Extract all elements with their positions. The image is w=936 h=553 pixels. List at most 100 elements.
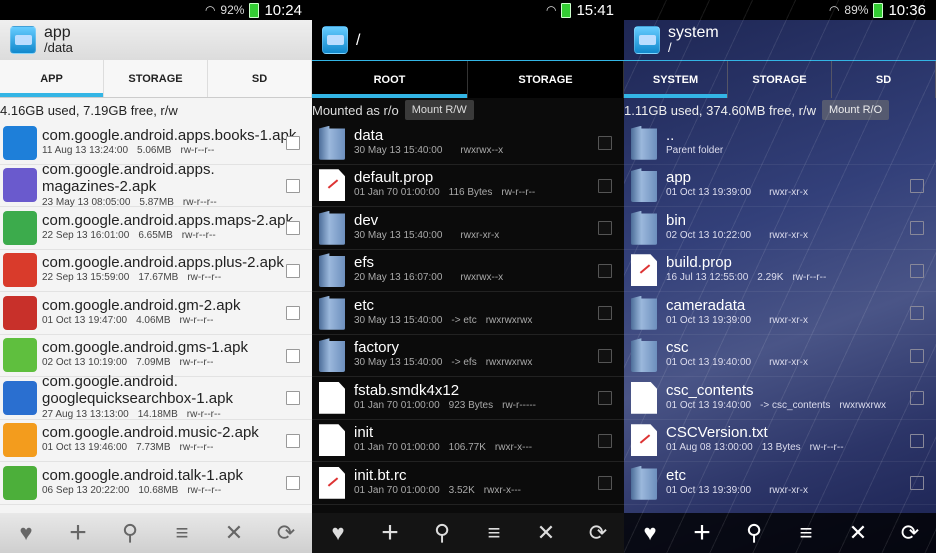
tab-system[interactable]: SYSTEM <box>624 61 728 98</box>
select-checkbox[interactable] <box>286 263 300 278</box>
refresh-icon[interactable]: ⟳ <box>895 518 925 548</box>
select-checkbox[interactable] <box>910 263 924 278</box>
list-item[interactable]: com.google.android.gms-1.apk 02 Oct 13 10… <box>0 335 312 377</box>
select-checkbox[interactable] <box>598 306 612 320</box>
list-item[interactable]: fstab.smdk4x12 01 Jan 70 01:00:00 923 Byte… <box>312 377 624 420</box>
app-logo-icon[interactable] <box>634 26 660 54</box>
refresh-icon[interactable]: ⟳ <box>583 518 613 548</box>
select-checkbox[interactable] <box>598 391 612 405</box>
select-checkbox[interactable] <box>286 306 300 320</box>
select-checkbox[interactable] <box>286 348 300 363</box>
mount-rw-button[interactable]: Mount R/W <box>404 100 474 120</box>
plus-icon[interactable]: + <box>687 516 717 549</box>
select-checkbox[interactable] <box>598 263 612 278</box>
list-item[interactable]: com.google.android.apps.plus-2.apk 22 Sep… <box>0 250 312 292</box>
list-item[interactable]: cameradata 01 Oct 13 19:39:00 rwxr-xr-x <box>624 292 936 335</box>
close-icon[interactable]: ✕ <box>219 518 249 548</box>
heart-icon[interactable]: ♥ <box>11 518 41 548</box>
list-item[interactable]: com.google.android. googlequicksearchbox… <box>0 373 312 420</box>
list-item[interactable]: factory 30 May 13 15:40:00 -> efs rwxrwxrwx <box>312 335 624 377</box>
list-item-text: com.google.android.gm-2.apk 01 Oct 13 19:… <box>40 298 312 328</box>
plus-icon[interactable]: + <box>63 516 93 549</box>
search-icon[interactable]: ⚲ <box>739 518 769 548</box>
list-item[interactable]: etc 01 Oct 13 19:39:00 rwxr-xr-x <box>624 462 936 505</box>
file-perm: rw-r--r-- <box>187 272 222 284</box>
file-name: com.google.android.apps.plus-2.apk <box>42 255 284 272</box>
list-item[interactable]: csc 01 Oct 13 19:40:00 rwxr-xr-x <box>624 335 936 377</box>
select-checkbox[interactable] <box>910 221 924 235</box>
file-date: 01 Jan 70 01:00:00 <box>354 484 440 496</box>
file-name: init.bt.rc <box>354 467 407 484</box>
plus-icon[interactable]: + <box>375 516 405 549</box>
file-list: .. Parent folder app 01 Oct 13 19:39:00 rwxr… <box>624 122 936 513</box>
file-name: com.google.android. googlequicksearchbox… <box>42 373 233 408</box>
select-checkbox[interactable] <box>910 391 924 405</box>
tab-storage[interactable]: STORAGE <box>104 60 208 97</box>
folder-icon <box>624 123 664 163</box>
list-item[interactable]: com.google.android.apps.books-1.apk 11 Au… <box>0 122 312 165</box>
sort-icon[interactable]: ≡ <box>479 518 509 548</box>
select-checkbox[interactable] <box>286 476 300 490</box>
list-item[interactable]: .. Parent folder <box>624 122 936 165</box>
select-checkbox[interactable] <box>286 433 300 448</box>
list-item[interactable]: default.prop 01 Jan 70 01:00:00 116 Bytes r… <box>312 165 624 207</box>
tab-root[interactable]: ROOT <box>312 61 468 98</box>
tab-app[interactable]: APP <box>0 60 104 97</box>
list-item[interactable]: com.google.android.apps. magazines-2.apk… <box>0 161 312 208</box>
tab-storage[interactable]: STORAGE <box>468 61 624 98</box>
file-date: 01 Oct 13 19:40:00 <box>666 399 752 411</box>
list-item[interactable]: com.google.android.music-2.apk 01 Oct 13 … <box>0 420 312 462</box>
list-item[interactable]: efs 20 May 13 16:07:00 rwxrwx--x <box>312 250 624 292</box>
list-item[interactable]: com.google.android.gm-2.apk 01 Oct 13 19:… <box>0 292 312 335</box>
list-item[interactable]: init 01 Jan 70 01:00:00 106.77K rwxr-x--- <box>312 420 624 462</box>
select-checkbox[interactable] <box>286 221 300 235</box>
page-title: system <box>668 24 719 41</box>
select-checkbox[interactable] <box>598 433 612 448</box>
select-checkbox[interactable] <box>910 476 924 490</box>
mount-ro-button[interactable]: Mount R/O <box>821 100 890 120</box>
file-date: 30 May 13 15:40:00 <box>354 357 443 369</box>
folder-icon <box>624 165 664 205</box>
select-checkbox[interactable] <box>598 136 612 150</box>
list-item[interactable]: com.google.android.talk-1.apk 06 Sep 13 2… <box>0 462 312 505</box>
select-checkbox[interactable] <box>286 391 300 405</box>
list-item[interactable]: data 30 May 13 15:40:00 rwxrwx--x <box>312 122 624 165</box>
select-checkbox[interactable] <box>598 221 612 235</box>
tab-sd[interactable]: SD <box>208 60 312 97</box>
list-item[interactable]: init.bt.rc 01 Jan 70 01:00:00 3.52K rwxr-x-… <box>312 462 624 505</box>
list-item[interactable]: bin 02 Oct 13 10:22:00 rwxr-xr-x <box>624 207 936 250</box>
tab-sd[interactable]: SD <box>832 61 936 98</box>
select-checkbox[interactable] <box>910 178 924 193</box>
select-checkbox[interactable] <box>910 306 924 320</box>
list-item[interactable]: com.google.android.apps.maps-2.apk 22 Sep… <box>0 207 312 250</box>
app-logo-icon[interactable] <box>322 26 348 54</box>
close-icon[interactable]: ✕ <box>531 518 561 548</box>
select-checkbox[interactable] <box>910 348 924 363</box>
select-checkbox[interactable] <box>286 178 300 193</box>
select-checkbox[interactable] <box>286 136 300 150</box>
close-icon[interactable]: ✕ <box>843 518 873 548</box>
list-item[interactable]: dev 30 May 13 15:40:00 rwxr-xr-x <box>312 207 624 250</box>
heart-icon[interactable]: ♥ <box>635 518 665 548</box>
page-subtitle: /data <box>44 40 73 55</box>
list-item[interactable]: build.prop 16 Jul 13 12:55:00 2.29K rw-r--r… <box>624 250 936 292</box>
refresh-icon[interactable]: ⟳ <box>271 518 301 548</box>
app-logo-icon[interactable] <box>10 26 36 54</box>
select-checkbox[interactable] <box>598 348 612 363</box>
search-icon[interactable]: ⚲ <box>115 518 145 548</box>
heart-icon[interactable]: ♥ <box>323 518 353 548</box>
list-item[interactable]: etc 30 May 13 15:40:00 -> etc rwxrwxrwx <box>312 292 624 335</box>
list-item[interactable]: app 01 Oct 13 19:39:00 rwxr-xr-x <box>624 165 936 207</box>
sort-icon[interactable]: ≡ <box>167 518 197 548</box>
action-bar: / <box>312 20 624 60</box>
sort-icon[interactable]: ≡ <box>791 518 821 548</box>
list-item[interactable]: csc_contents 01 Oct 13 19:40:00 -> csc_con… <box>624 377 936 420</box>
select-checkbox[interactable] <box>598 178 612 193</box>
select-checkbox[interactable] <box>598 476 612 490</box>
list-item[interactable]: CSCVersion.txt 01 Aug 08 13:00:00 13 Bytes… <box>624 420 936 462</box>
search-icon[interactable]: ⚲ <box>427 518 457 548</box>
tab-storage[interactable]: STORAGE <box>728 61 832 98</box>
select-checkbox[interactable] <box>910 433 924 448</box>
list-item-text: com.google.android.apps.maps-2.apk 22 Sep… <box>40 213 312 243</box>
file-name: default.prop <box>354 170 434 187</box>
